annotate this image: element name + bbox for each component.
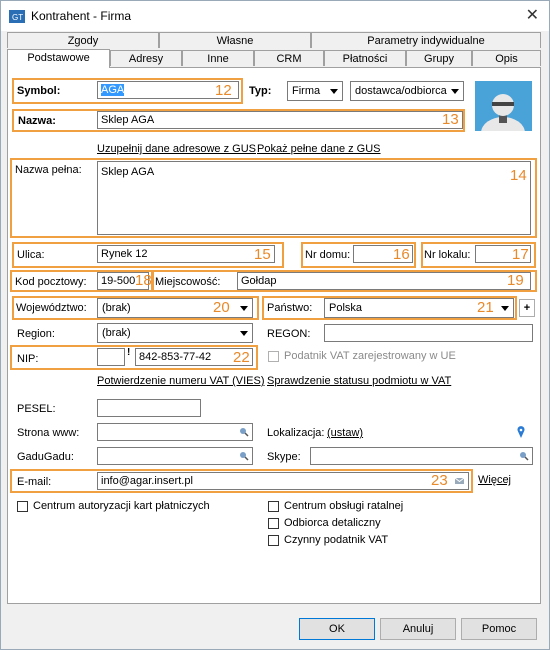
annotation-19: 19 xyxy=(507,272,524,289)
centrum-kart-checkbox[interactable] xyxy=(17,501,28,512)
annotation-13: 13 xyxy=(442,111,459,128)
rola-value: dostawca/odbiorca xyxy=(355,85,447,97)
gadugadu-label: GaduGadu: xyxy=(17,451,74,463)
tab-grupy[interactable]: Grupy xyxy=(406,50,472,66)
lokalizacja-label: Lokalizacja: xyxy=(267,427,325,439)
podatnik-ue-checkbox[interactable] xyxy=(268,351,279,362)
annotation-box-18 xyxy=(10,270,153,292)
tab-parametry[interactable]: Parametry indywidualne xyxy=(311,32,541,48)
tab-podstawowe[interactable]: Podstawowe xyxy=(7,49,110,68)
annotation-box-15 xyxy=(12,242,284,268)
typ-select[interactable]: Firma xyxy=(287,81,343,101)
chevron-down-icon xyxy=(451,89,459,94)
lokalizacja-link[interactable]: (ustaw) xyxy=(327,427,363,439)
centrum-kart-label: Centrum autoryzacji kart płatniczych xyxy=(33,500,210,512)
region-value: (brak) xyxy=(102,327,131,339)
regon-label: REGON: xyxy=(267,328,311,340)
window-title: Kontrahent - Firma xyxy=(31,9,132,23)
pokaz-gus-link[interactable]: Pokaż pełne dane z GUS xyxy=(257,143,381,155)
annotation-box-19 xyxy=(152,270,537,292)
annotation-23: 23 xyxy=(431,472,448,489)
pomoc-button[interactable]: Pomoc xyxy=(461,618,537,640)
centrum-ratalnej-checkbox[interactable] xyxy=(268,501,279,512)
odbiorca-detaliczny-checkbox[interactable] xyxy=(268,518,279,529)
skype-input[interactable] xyxy=(310,447,533,465)
wiecej-link[interactable]: Więcej xyxy=(478,474,511,486)
title-bar: GT Kontrahent - Firma ✕ xyxy=(1,1,549,31)
tab-wlasne[interactable]: Własne xyxy=(159,32,311,48)
uzupelnij-gus-link[interactable]: Uzupełnij dane adresowe z GUS xyxy=(97,143,256,155)
annotation-17: 17 xyxy=(512,246,529,263)
pesel-input[interactable] xyxy=(97,399,201,417)
open-link-icon[interactable] xyxy=(239,451,249,461)
dialog-window: GT Kontrahent - Firma ✕ Zgody Własne Par… xyxy=(0,0,550,650)
czynny-vat-label: Czynny podatnik VAT xyxy=(284,534,389,546)
vies-link[interactable]: Potwierdzenie numeru VAT (VIES) xyxy=(97,375,265,387)
regon-input[interactable] xyxy=(324,324,533,342)
typ-value: Firma xyxy=(292,85,321,97)
rola-select[interactable]: dostawca/odbiorca xyxy=(350,81,464,101)
annotation-21: 21 xyxy=(477,299,494,316)
region-select[interactable]: (brak) xyxy=(97,323,253,343)
chevron-down-icon xyxy=(240,331,248,336)
open-link-icon[interactable] xyxy=(519,451,529,461)
centrum-ratalnej-label: Centrum obsługi ratalnej xyxy=(284,500,404,512)
annotation-box-13 xyxy=(12,109,465,132)
annotation-16: 16 xyxy=(393,246,410,263)
status-vat-link[interactable]: Sprawdzenie statusu podmiotu w VAT xyxy=(267,375,451,387)
odbiorca-detaliczny-label: Odbiorca detaliczny xyxy=(284,517,381,529)
tab-crm[interactable]: CRM xyxy=(254,50,324,66)
location-pin-icon[interactable] xyxy=(517,426,525,438)
chevron-down-icon xyxy=(330,89,338,94)
strona-www-label: Strona www: xyxy=(17,427,80,439)
svg-text:GT: GT xyxy=(12,13,23,22)
tab-inne[interactable]: Inne xyxy=(182,50,254,66)
tab-adresy[interactable]: Adresy xyxy=(110,50,182,66)
add-country-button[interactable]: + xyxy=(519,299,535,317)
gadugadu-input[interactable] xyxy=(97,447,253,465)
czynny-vat-checkbox[interactable] xyxy=(268,535,279,546)
skype-label: Skype: xyxy=(267,451,301,463)
close-icon[interactable]: ✕ xyxy=(526,5,539,25)
annotation-20: 20 xyxy=(213,299,230,316)
region-label: Region: xyxy=(17,328,55,340)
open-link-icon[interactable] xyxy=(239,427,249,437)
annotation-12: 12 xyxy=(215,82,232,99)
avatar[interactable] xyxy=(475,81,532,131)
annotation-14: 14 xyxy=(510,167,527,184)
ok-button[interactable]: OK xyxy=(299,618,375,640)
typ-label: Typ: xyxy=(249,85,272,97)
annotation-box-22 xyxy=(10,345,258,370)
tab-opis[interactable]: Opis xyxy=(472,50,541,66)
annotation-box-14 xyxy=(10,158,537,238)
tab-zgody[interactable]: Zgody xyxy=(7,32,159,48)
anuluj-button[interactable]: Anuluj xyxy=(380,618,456,640)
annotation-18: 18 xyxy=(135,272,152,289)
annotation-15: 15 xyxy=(254,246,271,263)
strona-www-input[interactable] xyxy=(97,423,253,441)
annotation-box-12 xyxy=(12,78,243,104)
annotation-box-23 xyxy=(10,469,473,493)
podatnik-ue-label: Podatnik VAT zarejestrowany w UE xyxy=(284,350,456,362)
pesel-label: PESEL: xyxy=(17,403,56,415)
tab-platnosci[interactable]: Płatności xyxy=(324,50,406,66)
annotation-22: 22 xyxy=(233,349,250,366)
app-icon: GT xyxy=(9,10,25,23)
